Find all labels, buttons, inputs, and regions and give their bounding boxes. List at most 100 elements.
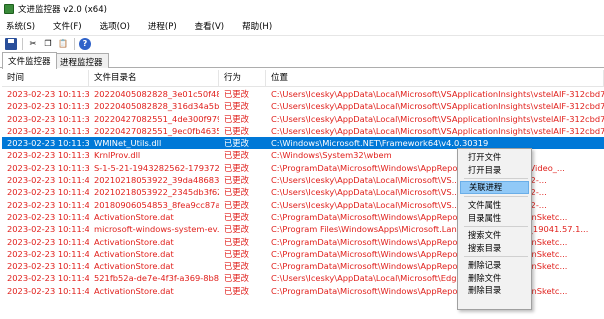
cell-time: 2023-02-23 10:11:45 — [7, 211, 89, 222]
cell-time: 2023-02-23 10:11:46 — [7, 273, 89, 284]
cell-file: S-1-5-21-1943282562-1793722... — [94, 162, 219, 173]
menu-process[interactable]: 进程(P) — [148, 20, 177, 32]
cell-time: 2023-02-23 10:11:38 — [7, 150, 89, 161]
cell-time: 2023-02-23 10:11:46 — [7, 285, 89, 296]
toolbar-separator — [74, 37, 75, 50]
cell-location: C:\Users\Icesky\AppData\Local\Microsoft\… — [271, 89, 604, 99]
cell-time: 2023-02-23 10:11:40 — [7, 199, 89, 210]
context-menu-item[interactable]: 搜索文件 — [458, 229, 531, 242]
menu-separator — [464, 178, 528, 179]
context-menu-item[interactable]: 目录属性 — [458, 212, 531, 225]
column-header-time[interactable]: 时间 — [2, 70, 89, 87]
cell-file: 20210218053922_39da48683c... — [94, 175, 219, 186]
cell-location: C:\Users\Icesky\AppData\Local\Microsoft\… — [271, 199, 547, 210]
cell-file: WMINet_Utils.dll — [94, 138, 162, 149]
table-row[interactable]: 2023-02-23 10:11:33 20220427082551_4de300… — [2, 113, 604, 125]
context-menu-item[interactable]: 文件属性 — [458, 199, 531, 212]
cell-time: 2023-02-23 10:11:40 — [7, 175, 89, 186]
table-row[interactable]: 2023-02-23 10:11:33 20220405082828_316d34… — [2, 100, 604, 112]
cell-location: C:\Users\Icesky\AppData\Local\Microsoft\… — [271, 273, 501, 284]
context-menu: 打开文件 打开目录关联进程文件属性 目录属性搜索文件 搜索目录删除记录 删除文件 删除目录 — [457, 148, 532, 310]
cell-time: 2023-02-23 10:11:33 — [7, 89, 89, 99]
cell-file: 20220405082828_3e01c50f486... — [94, 89, 219, 99]
context-menu-item[interactable]: 删除目录 — [458, 284, 531, 297]
context-menu-item[interactable]: 删除文件 — [458, 272, 531, 285]
cut-icon[interactable]: ✂ — [27, 38, 39, 50]
copy-icon[interactable]: ❐ — [42, 38, 54, 50]
help-icon[interactable]: ? — [79, 37, 91, 50]
menu-file[interactable]: 文件(F) — [53, 20, 82, 32]
context-menu-item[interactable]: 关联进程 — [460, 181, 529, 194]
cell-action: 已更改 — [224, 150, 249, 161]
cell-file: ActivationStore.dat — [94, 236, 174, 247]
cell-file: 20180906054853_8fea9cc87a0... — [94, 199, 219, 210]
menu-system[interactable]: 系统(S) — [6, 20, 35, 32]
cell-action: 已更改 — [224, 199, 249, 210]
column-header-file[interactable]: 文件目录名 — [89, 70, 219, 87]
cell-time: 2023-02-23 10:11:46 — [7, 248, 89, 259]
save-icon[interactable] — [5, 37, 17, 50]
paste-icon[interactable]: 📋 — [57, 38, 69, 50]
tab-strip: 文件监控器 进程监控器 — [0, 52, 604, 69]
cell-location: C:\Users\Icesky\AppData\Local\Microsoft\… — [271, 101, 604, 112]
cell-action: 已更改 — [224, 248, 249, 259]
cell-action: 已更改 — [224, 236, 249, 247]
cell-action: 已更改 — [224, 101, 249, 112]
context-menu-item[interactable]: 删除记录 — [458, 259, 531, 272]
cell-action: 已更改 — [224, 224, 249, 235]
title-bar: 文进监控器 v2.0 (x64) — [0, 0, 604, 18]
menu-separator — [464, 196, 528, 197]
cell-action: 已更改 — [224, 125, 249, 136]
context-menu-item[interactable]: 打开文件 — [458, 151, 531, 164]
cell-time: 2023-02-23 10:11:33 — [7, 138, 89, 149]
cell-action: 已更改 — [224, 187, 249, 198]
cell-file: 20220405082828_316d34a5b4... — [94, 101, 219, 112]
cell-action: 已更改 — [224, 89, 249, 99]
table-row[interactable]: 2023-02-23 10:11:33 20220427082551_9ec0fb… — [2, 125, 604, 137]
table-row[interactable]: 2023-02-23 10:11:33 20220405082828_3e01c5… — [2, 88, 604, 100]
cell-location: C:\ProgramData\Microsoft\Windows\AppRepo… — [271, 248, 568, 259]
cell-file: 20220427082551_9ec0fb46359... — [94, 125, 219, 136]
column-header-location[interactable]: 位置 — [266, 70, 604, 87]
cell-file: ActivationStore.dat — [94, 211, 174, 222]
toolbar-separator — [22, 37, 23, 50]
cell-location: C:\ProgramData\Microsoft\Windows\AppRepo… — [271, 261, 568, 272]
list-header: 时间 文件目录名 行为 位置 — [2, 70, 604, 87]
cell-action: 已更改 — [224, 138, 249, 149]
cell-file: KrnlProv.dll — [94, 150, 141, 161]
cell-time: 2023-02-23 10:11:46 — [7, 224, 89, 235]
menu-options[interactable]: 选项(O) — [100, 20, 130, 32]
context-menu-item[interactable]: 打开目录 — [458, 164, 531, 177]
cell-location: C:\ProgramData\Microsoft\Windows\AppRepo… — [271, 211, 568, 222]
cell-location: C:\Users\Icesky\AppData\Local\Microsoft\… — [271, 187, 547, 198]
app-icon — [4, 4, 14, 14]
cell-action: 已更改 — [224, 211, 249, 222]
cell-action: 已更改 — [224, 285, 249, 296]
column-header-action[interactable]: 行为 — [219, 70, 266, 87]
cell-file: ActivationStore.dat — [94, 248, 174, 259]
cell-file: 20220427082551_4de300f9790... — [94, 113, 219, 124]
cell-time: 2023-02-23 10:11:33 — [7, 125, 89, 136]
cell-location: C:\Program Files\WindowsApps\Microsoft.L… — [271, 224, 589, 235]
cell-location: C:\Users\Icesky\AppData\Local\Microsoft\… — [271, 175, 547, 186]
cell-time: 2023-02-23 10:11:40 — [7, 187, 89, 198]
menu-help[interactable]: 帮助(H) — [242, 20, 272, 32]
cell-location: C:\ProgramData\Microsoft\Windows\AppRepo… — [271, 285, 568, 296]
cell-time: 2023-02-23 10:11:39 — [7, 162, 89, 173]
window-title: 文进监控器 v2.0 (x64) — [18, 5, 107, 15]
cell-location: C:\Windows\Microsoft.NET\Framework64\v4.… — [271, 138, 489, 149]
menu-view[interactable]: 查看(V) — [195, 20, 224, 32]
tab-process-monitor[interactable]: 进程监控器 — [54, 53, 109, 68]
cell-action: 已更改 — [224, 273, 249, 284]
cell-location: C:\Users\Icesky\AppData\Local\Microsoft\… — [271, 113, 604, 124]
menu-separator — [464, 256, 528, 257]
cell-time: 2023-02-23 10:11:46 — [7, 236, 89, 247]
menu-bar: 系统(S) 文件(F) 选项(O) 进程(P) 查看(V) 帮助(H) — [0, 18, 604, 34]
context-menu-item[interactable]: 搜索目录 — [458, 242, 531, 255]
cell-location: C:\Windows\System32\wbem — [271, 150, 392, 161]
cell-location: C:\ProgramData\Microsoft\Windows\AppRepo… — [271, 236, 568, 247]
cell-file: 521fb52a-de7e-4f3f-a369-8b8... — [94, 273, 219, 284]
toolbar: ✂ ❐ 📋 ? — [0, 35, 604, 51]
cell-action: 已更改 — [224, 175, 249, 186]
tab-file-monitor[interactable]: 文件监控器 — [2, 52, 57, 69]
